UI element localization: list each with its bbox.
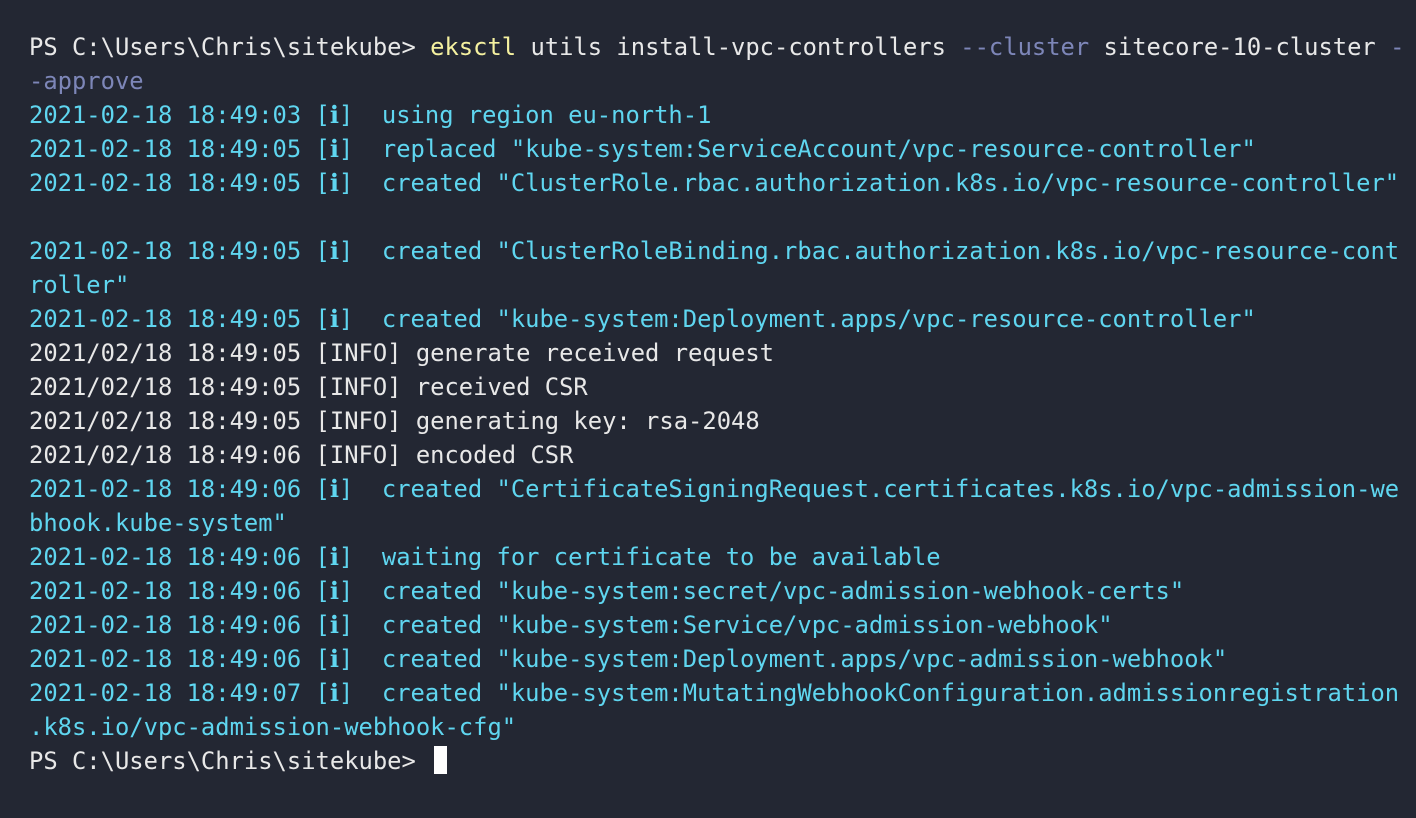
output-line: roller" [29,271,130,299]
flag-approve-part1: - [1390,33,1405,61]
output-line: 2021-02-18 18:49:05 [ℹ] created "Cluster… [29,169,1400,197]
flag-approve-part2: -approve [29,67,144,95]
output-line: .k8s.io/vpc-admission-webhook-cfg" [29,713,517,741]
output-line: 2021-02-18 18:49:06 [ℹ] created "Certifi… [29,475,1400,503]
command-executable: eksctl [430,33,517,61]
output-line: 2021-02-18 18:49:03 [ℹ] using region eu-… [29,101,712,129]
prompt: PS C:\Users\Chris\sitekube> [29,33,431,61]
command-line: PS C:\Users\Chris\sitekube> eksctl utils… [29,30,1416,64]
output-line: 2021-02-18 18:49:05 [ℹ] replaced "kube-s… [29,135,1256,163]
output-line: 2021/02/18 18:49:05 [INFO] generate rece… [29,339,775,367]
final-prompt-line[interactable]: PS C:\Users\Chris\sitekube> [29,744,1416,778]
output-line: 2021-02-18 18:49:05 [ℹ] created "Cluster… [29,237,1400,265]
output-line: bhook.kube-system" [29,509,287,537]
flag-cluster: --cluster [960,33,1090,61]
output-line: 2021-02-18 18:49:05 [ℹ] created "kube-sy… [29,305,1256,333]
command-args: utils install-vpc-controllers [516,33,961,61]
output-area: 2021-02-18 18:49:03 [ℹ] using region eu-… [29,98,1416,744]
output-line: 2021-02-18 18:49:07 [ℹ] created "kube-sy… [29,679,1400,707]
command-line-wrap: -approve [29,64,1416,98]
output-line: 2021-02-18 18:49:06 [ℹ] created "kube-sy… [29,645,1228,673]
output-line: 2021-02-18 18:49:06 [ℹ] created "kube-sy… [29,611,1113,639]
output-line: 2021/02/18 18:49:05 [INFO] received CSR [29,373,588,401]
output-line: 2021/02/18 18:49:05 [INFO] generating ke… [29,407,760,435]
final-prompt: PS C:\Users\Chris\sitekube> [29,747,431,775]
cluster-name: sitecore-10-cluster [1089,33,1391,61]
output-line: 2021-02-18 18:49:06 [ℹ] created "kube-sy… [29,577,1185,605]
cursor [434,746,448,774]
output-line: 2021/02/18 18:49:06 [INFO] encoded CSR [29,441,574,469]
output-line: 2021-02-18 18:49:06 [ℹ] waiting for cert… [29,543,941,571]
terminal-window[interactable]: PS C:\Users\Chris\sitekube> eksctl utils… [0,0,1416,818]
